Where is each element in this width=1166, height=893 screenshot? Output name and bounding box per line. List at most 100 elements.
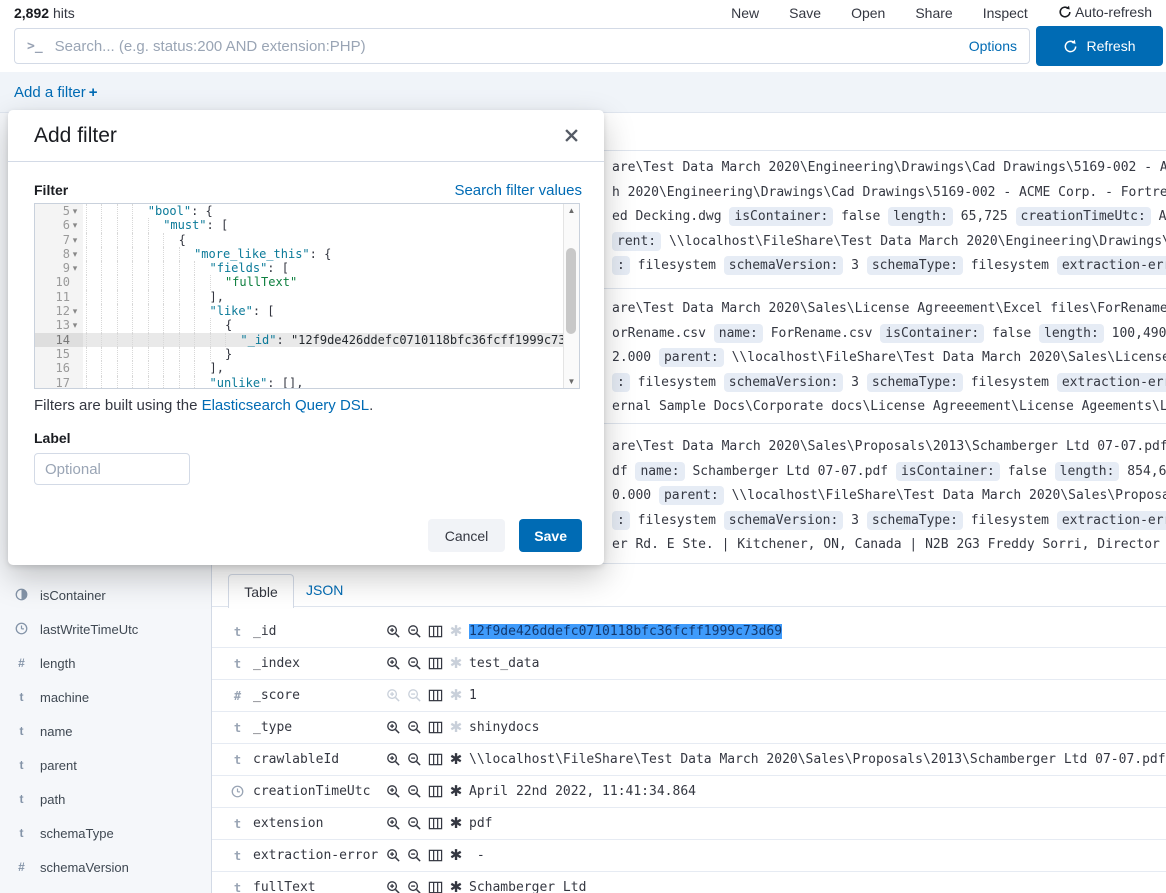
row-actions: ✱	[385, 848, 469, 864]
top-menu: New Save Open Share Inspect Auto-refresh	[731, 4, 1152, 22]
filter-for-value-icon[interactable]	[385, 880, 401, 893]
indent-guide	[148, 304, 163, 318]
filter-for-field-present-icon[interactable]: ✱	[448, 624, 464, 640]
sidebar-field-schemaType[interactable]: tschemaType	[0, 816, 211, 850]
toggle-column-icon[interactable]	[427, 720, 443, 736]
cancel-button[interactable]: Cancel	[428, 519, 506, 552]
toggle-column-icon[interactable]	[427, 752, 443, 768]
menu-share[interactable]: Share	[915, 5, 952, 21]
filter-for-field-present-icon[interactable]: ✱	[448, 816, 464, 832]
filter-for-field-present-icon[interactable]: ✱	[448, 752, 464, 768]
filter-for-value-icon[interactable]	[385, 848, 401, 864]
toggle-column-icon[interactable]	[427, 816, 443, 832]
filter-for-value-icon[interactable]	[385, 784, 401, 800]
fold-arrow-icon[interactable]: ▾	[70, 234, 80, 248]
indent-guide	[194, 261, 209, 275]
filter-out-value-icon[interactable]	[406, 880, 422, 893]
toggle-column-icon[interactable]	[427, 880, 443, 893]
sidebar-field-schemaVersion[interactable]: #schemaVersion	[0, 850, 211, 884]
sidebar-field-name[interactable]: tname	[0, 714, 211, 748]
indent-guide	[148, 233, 163, 247]
filter-out-value-icon[interactable]	[406, 816, 422, 832]
indent-guide	[132, 218, 147, 232]
search-bar: >_ Options	[14, 28, 1030, 64]
doc-source-line: h 2020\Engineering\Drawings\Cad Drawings…	[612, 182, 1166, 203]
filter-out-value-icon[interactable]	[406, 752, 422, 768]
filter-for-value-icon[interactable]	[385, 720, 401, 736]
refresh-button[interactable]: Refresh	[1036, 26, 1163, 66]
fold-arrow-icon[interactable]: ▾	[70, 248, 80, 262]
field-name-badge: schemaType:	[867, 511, 963, 530]
filter-label-input[interactable]	[34, 453, 190, 485]
number-type-icon: #	[14, 656, 29, 670]
filter-for-value-icon[interactable]	[385, 624, 401, 640]
indent-guide	[210, 318, 225, 332]
sidebar-field-machine[interactable]: tmachine	[0, 680, 211, 714]
filter-out-value-icon[interactable]	[406, 720, 422, 736]
line-number: 11	[35, 290, 83, 304]
toggle-column-icon[interactable]	[427, 624, 443, 640]
menu-open[interactable]: Open	[851, 5, 885, 21]
filter-for-field-present-icon[interactable]: ✱	[448, 688, 464, 704]
elasticsearch-dsl-link[interactable]: Elasticsearch Query DSL	[202, 397, 370, 414]
row-actions: ✱	[385, 784, 469, 800]
row-actions: ✱	[385, 624, 469, 640]
scroll-up-icon[interactable]: ▲	[564, 206, 579, 215]
filter-for-field-present-icon[interactable]: ✱	[448, 848, 464, 864]
indent-guide	[86, 376, 101, 389]
table-row-fullText: tfullText✱Schamberger Ltd	[212, 872, 1166, 893]
filter-for-value-icon[interactable]	[385, 656, 401, 672]
fold-arrow-icon[interactable]: ▾	[70, 319, 80, 333]
query-dsl-editor[interactable]: 5▾"bool": {6▾"must": [7▾{8▾"more_like_th…	[34, 203, 580, 389]
filter-for-value-icon[interactable]	[385, 752, 401, 768]
scroll-down-icon[interactable]: ▼	[564, 377, 579, 386]
filter-for-value-icon[interactable]	[385, 688, 401, 704]
toggle-column-icon[interactable]	[427, 688, 443, 704]
sidebar-field-length[interactable]: #length	[0, 646, 211, 680]
sidebar-field-parent[interactable]: tparent	[0, 748, 211, 782]
menu-save[interactable]: Save	[789, 5, 821, 21]
filter-for-field-present-icon[interactable]: ✱	[448, 784, 464, 800]
filter-for-field-present-icon[interactable]: ✱	[448, 656, 464, 672]
tab-table[interactable]: Table	[228, 574, 294, 608]
filter-out-value-icon[interactable]	[406, 624, 422, 640]
doc-source-line: are\Test Data March 2020\Sales\License A…	[612, 298, 1166, 319]
indent-guide	[163, 290, 178, 304]
menu-new[interactable]: New	[731, 5, 759, 21]
save-button[interactable]: Save	[519, 519, 582, 552]
modal-title: Add filter	[34, 124, 117, 148]
toggle-column-icon[interactable]	[427, 656, 443, 672]
fold-arrow-icon[interactable]: ▾	[70, 219, 80, 233]
filter-out-value-icon[interactable]	[406, 656, 422, 672]
add-filter-link[interactable]: Add a filter+	[14, 84, 97, 101]
sidebar-field-path[interactable]: tpath	[0, 782, 211, 816]
tab-json[interactable]: JSON	[306, 582, 343, 598]
fold-arrow-icon[interactable]: ▾	[70, 205, 80, 219]
toggle-column-icon[interactable]	[427, 784, 443, 800]
toggle-column-icon[interactable]	[427, 848, 443, 864]
fold-arrow-icon[interactable]: ▾	[70, 305, 80, 319]
indent-guide	[117, 247, 132, 261]
indent-guide	[86, 247, 101, 261]
filter-for-field-present-icon[interactable]: ✱	[448, 880, 464, 893]
fold-arrow-icon[interactable]: ▾	[70, 262, 80, 276]
close-icon[interactable]	[565, 129, 578, 142]
options-link[interactable]: Options	[969, 38, 1017, 54]
sidebar-field-lastWriteTimeUtc[interactable]: lastWriteTimeUtc	[0, 612, 211, 646]
filter-for-field-present-icon[interactable]: ✱	[448, 720, 464, 736]
filter-out-value-icon[interactable]	[406, 688, 422, 704]
menu-inspect[interactable]: Inspect	[983, 5, 1028, 21]
search-filter-values-link[interactable]: Search filter values	[454, 182, 582, 199]
sidebar-field-isContainer[interactable]: isContainer	[0, 578, 211, 612]
editor-line: 12▾"like": [	[35, 304, 579, 318]
editor-scrollbar[interactable]: ▲ ▼	[563, 204, 579, 388]
scrollbar-thumb[interactable]	[566, 248, 576, 334]
field-name-badge: schemaType:	[867, 256, 963, 275]
auto-refresh-button[interactable]: Auto-refresh	[1058, 4, 1152, 22]
filter-out-value-icon[interactable]	[406, 848, 422, 864]
filter-out-value-icon[interactable]	[406, 784, 422, 800]
editor-line: 6▾"must": [	[35, 218, 579, 232]
search-input[interactable]	[53, 37, 957, 56]
filter-for-value-icon[interactable]	[385, 816, 401, 832]
modal-actions: Cancel Save	[428, 519, 582, 552]
